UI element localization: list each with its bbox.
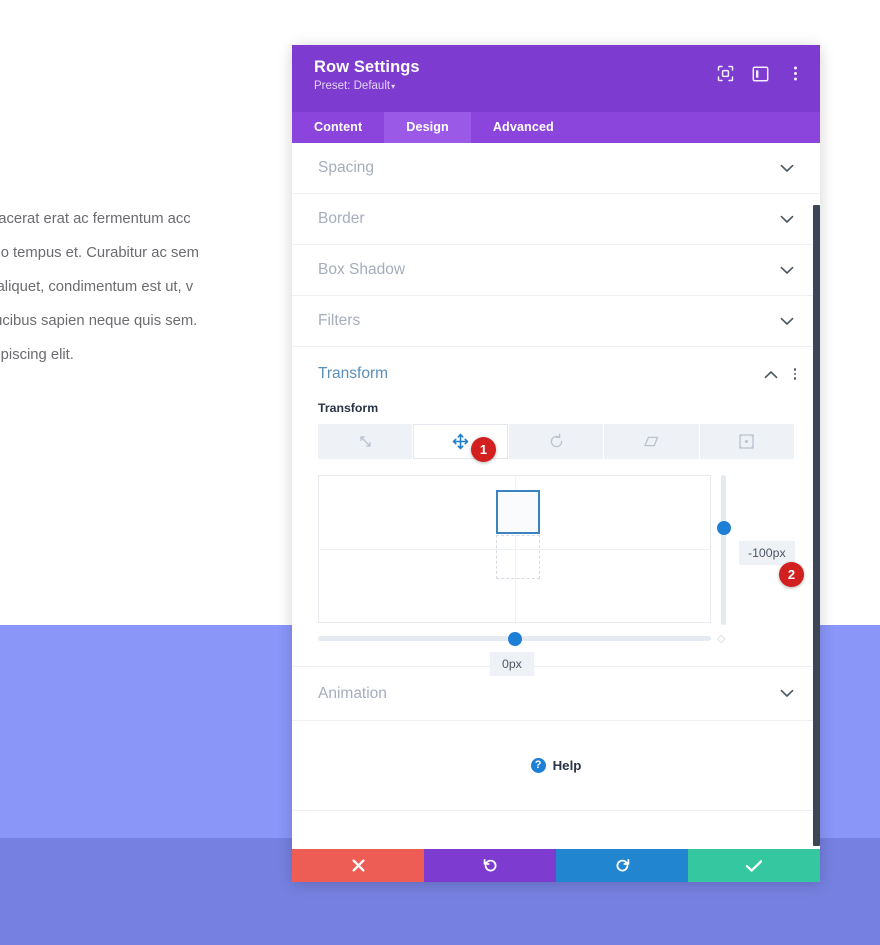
modal-footer: [292, 849, 820, 882]
modal-header: Row Settings Preset: Default▾: [292, 45, 820, 112]
section-transform-controls: [764, 366, 801, 382]
modal-body: Spacing Border Box Shadow Filters Transf…: [292, 143, 820, 849]
vertical-translate-slider[interactable]: [716, 475, 731, 625]
kebab-menu-icon[interactable]: [790, 366, 801, 382]
section-filters[interactable]: Filters: [292, 296, 820, 347]
section-spacing-label: Spacing: [318, 159, 375, 176]
transform-mode-rotate[interactable]: [508, 424, 605, 459]
header-icon-group: [717, 65, 804, 82]
background-paragraph: nar enim, nec faucibus sapien neque quis…: [0, 313, 198, 329]
layout-panel-icon[interactable]: [752, 65, 769, 82]
preset-label: Preset: Default: [314, 80, 391, 92]
transform-mode-toolbar: [318, 424, 795, 459]
redo-button[interactable]: [556, 849, 688, 882]
vertical-translate-value: -100px: [739, 541, 795, 565]
background-paragraph: lam vitae augue aliquet, condimentum est…: [0, 279, 194, 295]
undo-button[interactable]: [424, 849, 556, 882]
undo-icon: [483, 859, 496, 872]
section-border-label: Border: [318, 210, 365, 227]
transform-origin-ghost-box: [496, 535, 540, 579]
section-transform-header[interactable]: Transform: [292, 347, 820, 401]
close-icon: [351, 859, 365, 872]
horizontal-translate-value: 0px: [490, 652, 534, 676]
vertical-value-wrap: -100px: [739, 541, 795, 565]
background-paragraph: sapien. Donec placerat erat ac fermentum…: [0, 211, 191, 227]
chevron-up-icon[interactable]: [764, 368, 778, 381]
chevron-down-icon: ▾: [391, 82, 396, 91]
cancel-button[interactable]: [292, 849, 424, 882]
background-paragraph: ni, eu congue odio tempus et. Curabitur …: [0, 245, 199, 261]
background-paragraph: t, consectetur adipiscing elit.: [0, 347, 74, 363]
section-transform: Transform Transform -100px 0px ◇: [292, 347, 820, 676]
vertical-slider-handle[interactable]: [716, 521, 731, 535]
callout-badge-2: 2: [779, 562, 804, 587]
section-filters-label: Filters: [318, 312, 361, 329]
row-settings-modal: Row Settings Preset: Default▾ Content De…: [292, 45, 820, 882]
background-text-block: sapien. Donec placerat erat ac fermentum…: [0, 202, 318, 372]
chevron-down-icon: [780, 687, 794, 700]
transform-mode-origin[interactable]: [699, 424, 795, 459]
modal-scrollbar[interactable]: [813, 205, 820, 846]
modal-tabs: Content Design Advanced: [292, 112, 820, 143]
horizontal-translate-slider[interactable]: [318, 631, 711, 646]
transform-canvas[interactable]: [318, 475, 711, 623]
transform-mode-scale[interactable]: [318, 424, 414, 459]
section-spacing[interactable]: Spacing: [292, 143, 820, 194]
check-icon: [745, 859, 763, 872]
chevron-down-icon: [780, 162, 794, 175]
section-transform-label: Transform: [318, 365, 389, 382]
slider-corner-marker: ◇: [717, 633, 726, 645]
chevron-down-icon: [780, 213, 794, 226]
help-icon: ?: [530, 758, 546, 773]
callout-badge-1: 1: [471, 437, 496, 462]
horizontal-slider-handle[interactable]: [508, 631, 522, 646]
tab-content[interactable]: Content: [292, 112, 384, 143]
tab-advanced[interactable]: Advanced: [471, 112, 576, 143]
kebab-menu-icon[interactable]: [787, 65, 804, 82]
chevron-down-icon: [780, 264, 794, 277]
transform-field-label: Transform: [318, 401, 379, 415]
section-animation-label: Animation: [318, 684, 387, 702]
transform-mode-skew[interactable]: [604, 424, 700, 459]
section-border[interactable]: Border: [292, 194, 820, 245]
transform-canvas-area: -100px 0px ◇: [318, 475, 795, 676]
section-box-shadow[interactable]: Box Shadow: [292, 245, 820, 296]
section-box-shadow-label: Box Shadow: [318, 261, 406, 278]
chevron-down-icon: [780, 315, 794, 328]
help-label: Help: [552, 758, 582, 773]
help-row[interactable]: ? Help: [292, 721, 820, 811]
transform-draggable-box[interactable]: [496, 490, 540, 534]
redo-icon: [616, 859, 629, 872]
save-button[interactable]: [688, 849, 820, 882]
section-animation[interactable]: Animation: [292, 667, 820, 721]
tab-design[interactable]: Design: [384, 112, 471, 143]
focus-icon[interactable]: [717, 65, 734, 82]
